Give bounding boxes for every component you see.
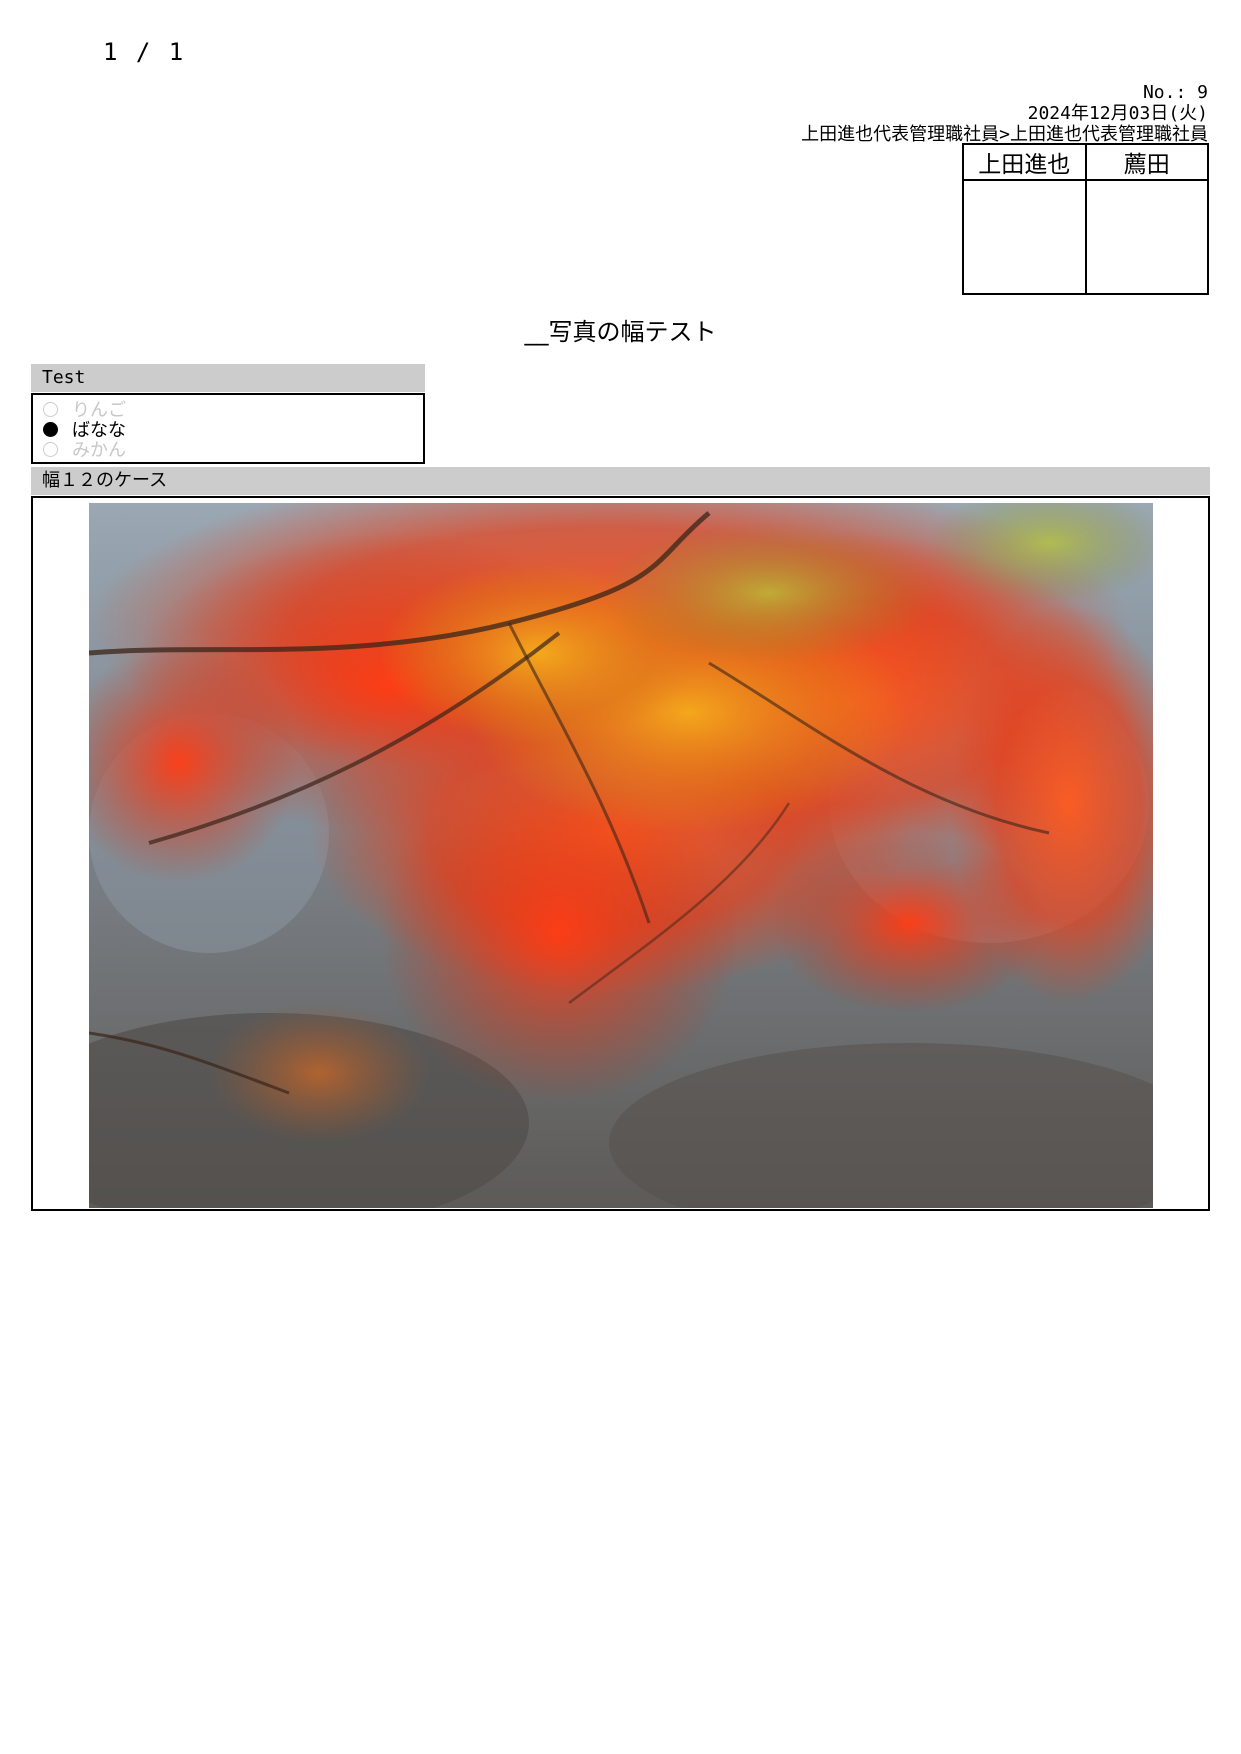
approval-stamp-table: 上田進也 薦田 (962, 143, 1209, 295)
approval-stamp-cell[interactable] (962, 179, 1087, 295)
approval-route: 上田進也代表管理職社員>上田進也代表管理職社員 (801, 124, 1208, 145)
approver-name: 薦田 (1084, 143, 1209, 181)
photo-section-header: 幅１２のケース (31, 467, 1210, 495)
radio-option-label: みかん (72, 440, 126, 461)
radio-unselected-icon[interactable] (43, 441, 58, 457)
document-date: 2024年12月03日(火) (1027, 103, 1208, 124)
approval-stamp-cell[interactable] (1084, 179, 1209, 295)
radio-selected-icon[interactable] (43, 421, 58, 437)
maple-leaves-photo (89, 503, 1153, 1208)
radio-option[interactable]: みかん (43, 439, 423, 461)
approver-name: 上田進也 (962, 143, 1087, 181)
photo-frame (31, 496, 1210, 1211)
test-section-header: Test (31, 364, 425, 392)
document-number: No.: 9 (1142, 82, 1208, 103)
document-header: No.: 9 2024年12月03日(火) 上田進也代表管理職社員>上田進也代表… (801, 82, 1208, 145)
radio-unselected-icon[interactable] (43, 401, 58, 417)
page-counter: 1 / 1 (103, 38, 186, 66)
document-title: __写真の幅テスト (524, 318, 717, 346)
radio-group: りんご ばなな みかん (31, 393, 425, 464)
